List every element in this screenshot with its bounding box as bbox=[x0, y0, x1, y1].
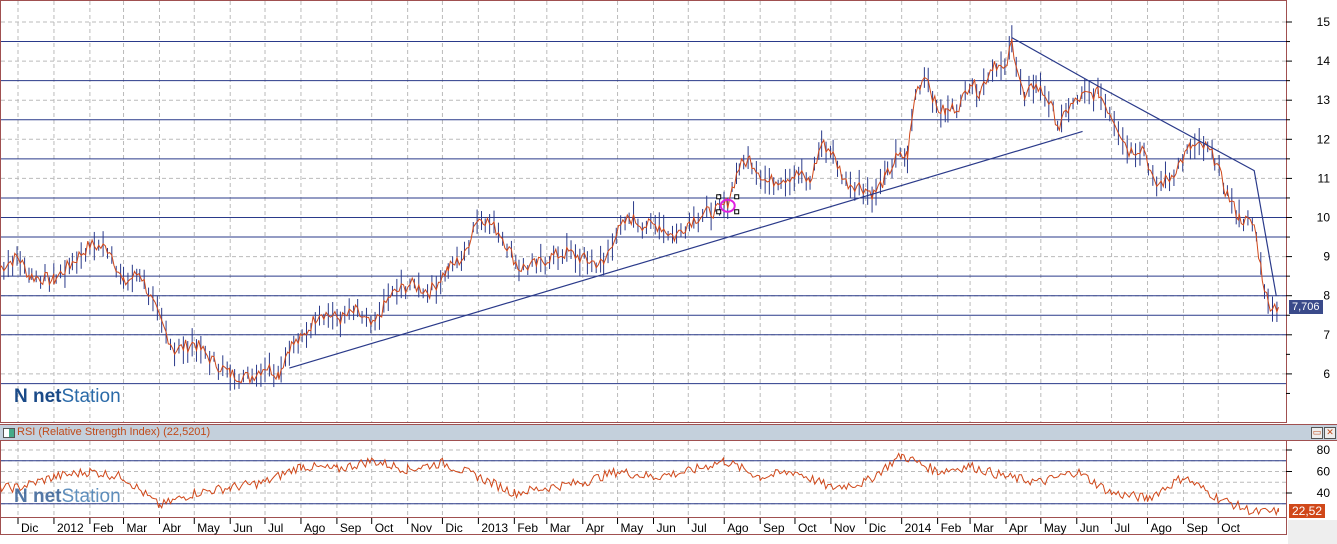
x-tick-label: Abr bbox=[162, 521, 181, 535]
rsi-panel-header: RSI (Relative Strength Index) (22,5201) … bbox=[0, 424, 1337, 441]
x-tick-label: Feb bbox=[517, 521, 538, 535]
x-tick-label: Feb bbox=[93, 521, 114, 535]
x-tick-label: Nov bbox=[834, 521, 855, 535]
marker-handle bbox=[734, 209, 740, 215]
y-tick-label: 7 bbox=[1323, 328, 1330, 342]
last-rsi-label: 22,52 bbox=[1289, 504, 1326, 518]
x-tick-label: Oct bbox=[1221, 521, 1240, 535]
x-tick-label: 2012 bbox=[57, 521, 84, 535]
last-price-label: 7,706 bbox=[1289, 300, 1323, 314]
netstation-logo-watermark: N netStation bbox=[14, 486, 121, 507]
x-tick-label: Dic bbox=[21, 521, 38, 535]
marker-handle bbox=[734, 194, 740, 200]
trendline bbox=[289, 130, 1083, 369]
x-tick-label: 2014 bbox=[905, 521, 932, 535]
y-tick-label: 14 bbox=[1317, 54, 1331, 68]
price-bars bbox=[3, 25, 1278, 391]
x-tick-label: Jul bbox=[1115, 521, 1130, 535]
price-panel-frame bbox=[0, 0, 1287, 423]
y-tick-label: 8 bbox=[1323, 289, 1330, 303]
x-tick-label: Sep bbox=[340, 521, 362, 535]
x-tick-label: Mar bbox=[550, 521, 571, 535]
x-tick-label: Mar bbox=[127, 521, 148, 535]
rsi-title: RSI (Relative Strength Index) (22,5201) bbox=[17, 426, 211, 438]
x-tick-label: Mar bbox=[973, 521, 994, 535]
x-tick-label: May bbox=[621, 521, 644, 535]
x-tick-label: Ago bbox=[304, 521, 326, 535]
x-tick-label: Sep bbox=[763, 521, 785, 535]
rsi-tick-label: 80 bbox=[1317, 443, 1331, 457]
x-tick-label: Jun bbox=[656, 521, 675, 535]
marker-handle bbox=[716, 209, 722, 215]
x-tick-label: Ago bbox=[727, 521, 749, 535]
x-tick-label: Oct bbox=[798, 521, 817, 535]
x-tick-label: Dic bbox=[869, 521, 886, 535]
y-tick-label: 6 bbox=[1323, 367, 1330, 381]
x-tick-label: May bbox=[1044, 521, 1067, 535]
rsi-tick-label: 40 bbox=[1317, 486, 1331, 500]
y-tick-label: 11 bbox=[1318, 171, 1331, 185]
rsi-tick-label: 60 bbox=[1317, 465, 1331, 479]
x-tick-label: Jul bbox=[691, 521, 706, 535]
x-tick-label: Jun bbox=[1080, 521, 1099, 535]
x-tick-label: 2013 bbox=[481, 521, 508, 535]
indicator-icon bbox=[3, 428, 15, 438]
rsi-panel-frame bbox=[0, 440, 1287, 518]
x-tick-label: Apr bbox=[1009, 521, 1028, 535]
x-tick-label: Feb bbox=[941, 521, 962, 535]
y-tick-label: 15 bbox=[1317, 15, 1331, 29]
chart-canvas[interactable]: Dic 2012 Feb Mar Abr May Jun Jul Ago Sep Oct Nov Dic… bbox=[0, 0, 1337, 544]
x-tick-label: Dic bbox=[445, 521, 462, 535]
corner-box bbox=[1288, 520, 1337, 544]
y-tick-label: 12 bbox=[1317, 132, 1331, 146]
y-tick-label: 10 bbox=[1317, 211, 1331, 225]
marker-handle bbox=[716, 194, 722, 200]
x-tick-label: Jul bbox=[268, 521, 283, 535]
netstation-logo: N netStation bbox=[14, 386, 121, 407]
maximize-button[interactable]: ▭ bbox=[1311, 427, 1323, 439]
x-tick-label: Jun bbox=[233, 521, 252, 535]
x-tick-label: May bbox=[197, 521, 220, 535]
close-button[interactable]: ✕ bbox=[1324, 427, 1336, 439]
x-tick-label: Sep bbox=[1186, 521, 1208, 535]
x-tick-label: Oct bbox=[375, 521, 394, 535]
x-tick-label: Nov bbox=[411, 521, 432, 535]
x-tick-label: Ago bbox=[1151, 521, 1173, 535]
y-tick-label: 9 bbox=[1323, 250, 1330, 264]
y-tick-label: 13 bbox=[1317, 93, 1331, 107]
x-tick-label: Apr bbox=[586, 521, 605, 535]
rsi-line bbox=[0, 452, 1279, 517]
